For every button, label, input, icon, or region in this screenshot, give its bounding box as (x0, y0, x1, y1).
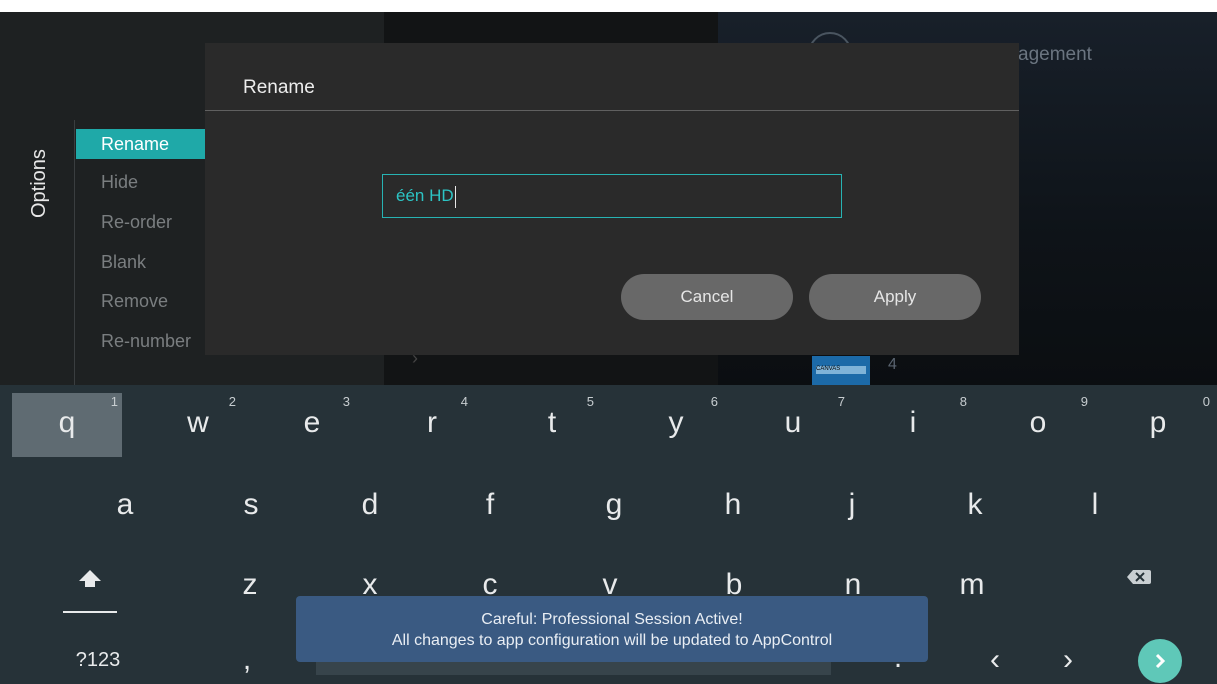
key-label: p (1149, 406, 1167, 439)
enter-key[interactable] (1138, 639, 1182, 683)
backspace-key[interactable] (1100, 553, 1180, 617)
key-label: e (303, 406, 321, 439)
rename-input[interactable]: één HD (382, 174, 842, 218)
key-f[interactable]: f (450, 473, 530, 537)
key-label: t (547, 406, 557, 439)
key-hint: 4 (460, 394, 468, 409)
key-w[interactable]: w2 (158, 393, 238, 457)
key-s[interactable]: s (211, 473, 291, 537)
option-blank[interactable]: Blank (76, 247, 206, 277)
shift-underline (63, 611, 117, 613)
shift-key[interactable] (50, 553, 130, 617)
symbols-key[interactable]: ?123 (58, 637, 138, 683)
key-hint: 1 (110, 394, 118, 409)
option-remove[interactable]: Remove (76, 286, 206, 316)
background-partial-title: agement (1018, 44, 1092, 65)
backspace-icon (1127, 570, 1151, 584)
comma-key[interactable]: , (207, 637, 287, 683)
key-k[interactable]: k (935, 473, 1015, 537)
dialog-divider (205, 110, 1019, 111)
key-p[interactable]: p0 (1118, 393, 1210, 457)
key-label: u (784, 406, 802, 439)
key-o[interactable]: o9 (998, 393, 1088, 457)
apply-button[interactable]: Apply (809, 274, 981, 320)
option-rename[interactable]: Rename (76, 129, 206, 159)
key-hint: 8 (959, 394, 967, 409)
option-reorder[interactable]: Re-order (76, 207, 206, 237)
key-h[interactable]: h (693, 473, 773, 537)
key-label: o (1029, 406, 1047, 439)
rename-input-value: één HD (396, 186, 454, 205)
key-y[interactable]: y6 (636, 393, 719, 457)
channel-thumbnail: CANVAS (812, 356, 870, 387)
key-z[interactable]: z (210, 553, 290, 617)
key-u[interactable]: u7 (753, 393, 845, 457)
toast-line-2: All changes to app configuration will be… (391, 632, 833, 649)
dialog-title: Rename (243, 77, 315, 98)
key-a[interactable]: a (85, 473, 165, 537)
cursor-left-key[interactable]: ‹ (955, 637, 1035, 683)
key-hint: 9 (1080, 394, 1088, 409)
key-hint: 7 (837, 394, 845, 409)
key-hint: 3 (342, 394, 350, 409)
key-q[interactable]: q1 (12, 393, 122, 457)
option-renumber[interactable]: Re-number (76, 326, 206, 356)
key-g[interactable]: g (574, 473, 654, 537)
screen: agement CANVAS 4 › Options Rename Hide R… (0, 0, 1217, 684)
cursor-right-key[interactable]: › (1028, 637, 1108, 683)
key-label: q (58, 406, 76, 439)
key-hint: 5 (586, 394, 594, 409)
key-hint: 0 (1202, 394, 1210, 409)
key-hint: 6 (710, 394, 718, 409)
key-j[interactable]: j (812, 473, 892, 537)
session-warning-toast: Careful: Professional Session Active! Al… (296, 596, 928, 662)
key-label: i (909, 406, 917, 439)
key-label: r (427, 406, 437, 439)
key-l[interactable]: l (1055, 473, 1135, 537)
options-title: Options (28, 149, 50, 218)
key-label: y (668, 406, 684, 439)
shift-arrow-icon (79, 570, 101, 587)
key-label: w (187, 406, 209, 439)
option-hide[interactable]: Hide (76, 167, 206, 197)
rename-dialog: Rename één HD Cancel Apply (205, 43, 1019, 355)
channel-thumbnail-label: CANVAS (816, 366, 866, 374)
key-e[interactable]: e3 (272, 393, 352, 457)
key-hint: 2 (228, 394, 236, 409)
key-m[interactable]: m (932, 553, 1012, 617)
channel-number: 4 (888, 356, 897, 373)
cancel-button[interactable]: Cancel (621, 274, 793, 320)
key-t[interactable]: t5 (512, 393, 594, 457)
key-d[interactable]: d (330, 473, 410, 537)
toast-line-1: Careful: Professional Session Active! (481, 611, 743, 628)
options-divider (74, 120, 75, 387)
key-i[interactable]: i8 (873, 393, 967, 457)
go-arrow-icon (1155, 653, 1166, 669)
key-r[interactable]: r4 (392, 393, 472, 457)
text-caret (454, 185, 457, 208)
